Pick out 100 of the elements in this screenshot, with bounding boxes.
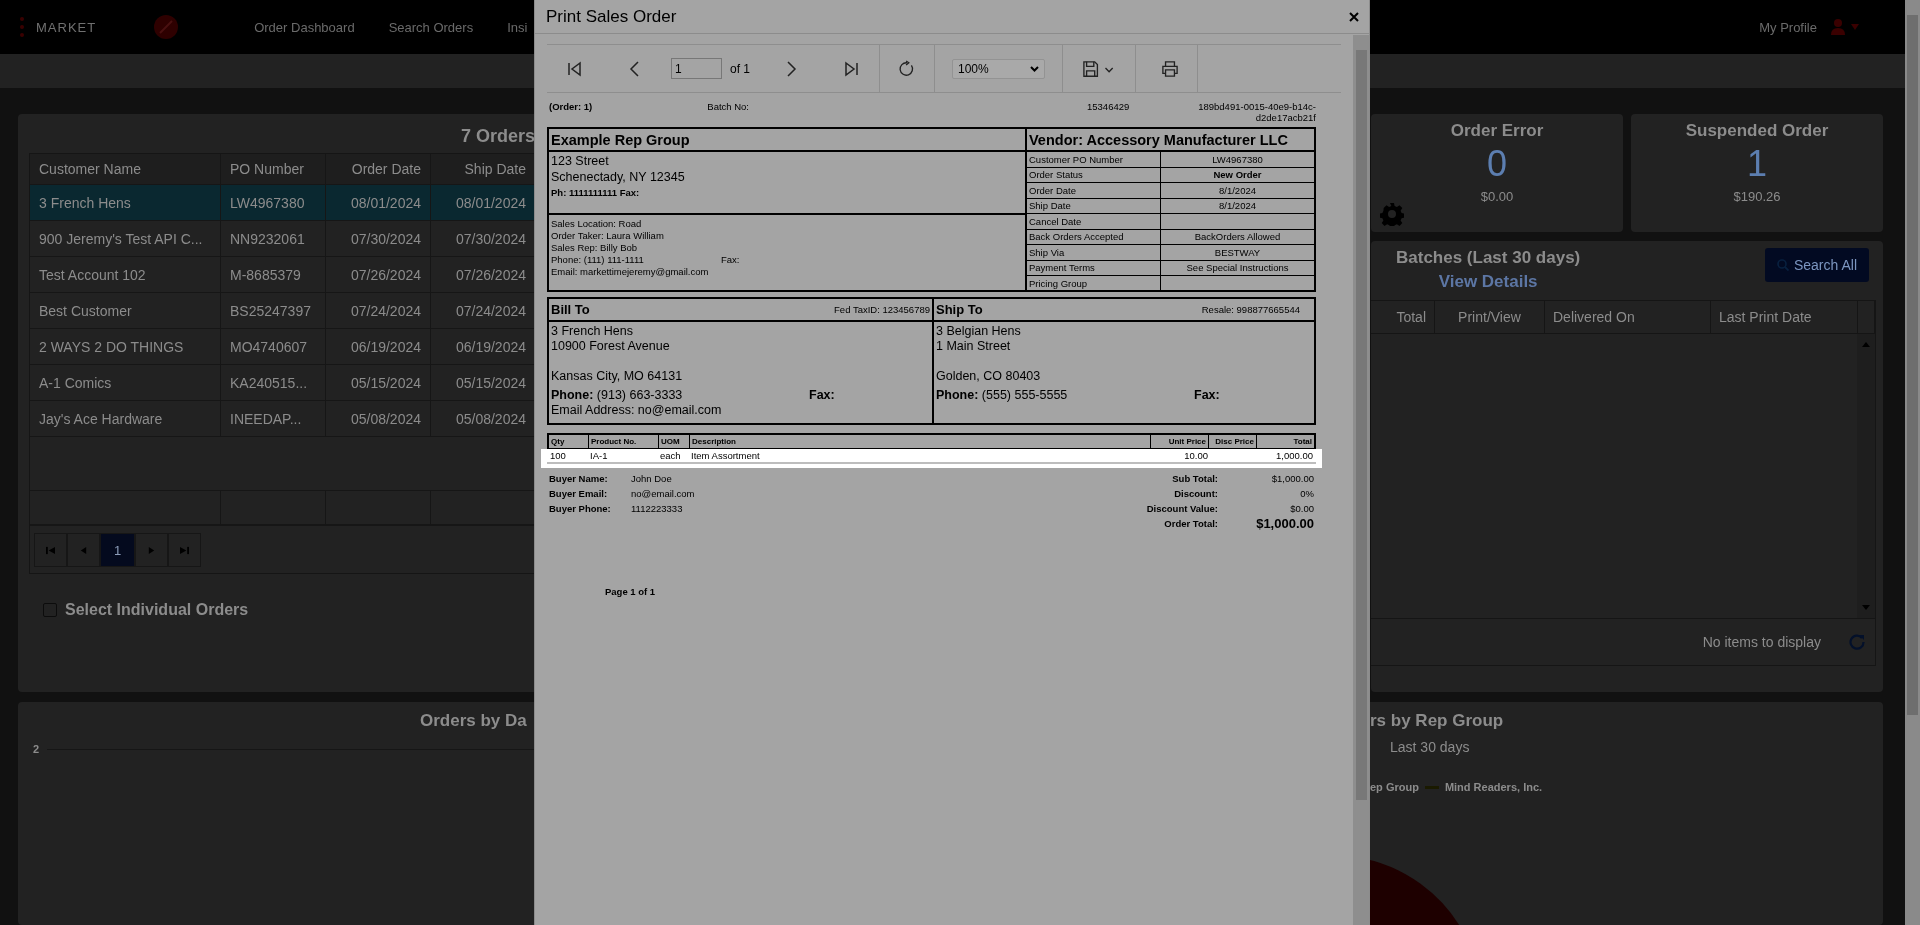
page-number-button[interactable]: 1 <box>100 533 135 567</box>
search-all-button[interactable]: Search All <box>1764 248 1869 282</box>
field-value: LW4967380 <box>1160 152 1314 167</box>
column-header: Disc Price <box>1209 435 1257 448</box>
last-page-icon <box>843 59 859 78</box>
total-value: 0% <box>1299 487 1314 501</box>
table-cell-text: 1,000.00 <box>1275 449 1314 462</box>
field-label: Buyer Email: <box>549 487 609 501</box>
settings-icon[interactable] <box>1380 202 1404 226</box>
table-cell: A-1 Comics <box>30 365 221 401</box>
table-cell: 3 French Hens <box>30 185 221 221</box>
view-details-link[interactable]: View Details <box>1438 272 1538 292</box>
total-value: $0.00 <box>1289 502 1314 516</box>
table-cell: 05/08/2024 <box>326 401 431 437</box>
stat-amount: $190.26 <box>1733 189 1781 204</box>
dialog-title: Print Sales Order <box>546 6 677 27</box>
legend-label: Mind Readers, Inc. <box>1444 781 1543 793</box>
address-line: 3 Belgian Hens <box>936 324 1022 339</box>
table-cell: 900 Jeremy's Test API C... <box>30 221 221 257</box>
table-cell: KA240515... <box>221 365 326 401</box>
column-header[interactable]: Total <box>1371 301 1435 333</box>
vendor-name: Vendor: Accessory Manufacturer LLC <box>1027 129 1314 152</box>
table-cell: M-8685379 <box>221 257 326 293</box>
field-label: Payment Terms <box>1028 261 1096 275</box>
table-cell: 06/19/2024 <box>326 329 431 365</box>
dots-icon <box>18 16 26 38</box>
total-value: $1,000.00 <box>1255 516 1314 531</box>
stat-title: Suspended Order <box>1685 121 1829 141</box>
field-value: 8/1/2024 <box>1160 183 1314 198</box>
dialog-scrollbar[interactable] <box>1353 35 1369 925</box>
fax-label: Fax: <box>809 388 835 403</box>
detail-line: Order Taker: Laura William <box>551 230 665 242</box>
field-value: 1112223333 <box>631 502 684 516</box>
detail-line: Sales Location: Road <box>551 218 643 230</box>
table-cell: BS25247397 <box>221 293 326 329</box>
axis-tick-label: 2 <box>33 743 40 755</box>
scrollbar[interactable] <box>1857 334 1875 618</box>
nav-link[interactable]: Insi <box>507 19 528 35</box>
field-value: 8/1/2024 <box>1160 198 1314 213</box>
left-triangle-icon <box>79 545 88 555</box>
table-cell: NN9232061 <box>221 221 326 257</box>
chevron-down-icon <box>1030 65 1039 72</box>
table-cell: 2 WAYS 2 DO THINGS <box>30 329 221 365</box>
email-line: Email: markettimejeremy@gmail.com <box>551 266 710 278</box>
scroll-down-icon[interactable] <box>1862 605 1870 610</box>
detail-line: Sales Rep: Billy Bob <box>551 242 639 254</box>
address-line: 3 French Hens <box>551 324 634 339</box>
printer-icon <box>1162 59 1178 78</box>
profile-link[interactable]: My Profile <box>1759 19 1817 35</box>
refresh-icon[interactable] <box>1849 634 1865 650</box>
address-line: Schenectady, NY 12345 <box>551 169 686 185</box>
batch-number: 15346429 <box>1087 101 1130 112</box>
tax-id-text: Resale: 998877665544 <box>1201 304 1301 315</box>
table-cell: INEEDAP... <box>221 401 326 437</box>
address-line: 123 Street <box>551 153 610 169</box>
order-guid: 189bd491-0015-40e9-b14c-d2de17acb21f <box>1197 101 1316 123</box>
rep-group-name: Example Rep Group <box>549 129 1025 152</box>
table-cell: MO4740607 <box>221 329 326 365</box>
table-cell-text: IA-1 <box>589 449 609 462</box>
phone-line: Phone: (111) 111-1111 <box>551 254 645 266</box>
field-label: Order Status <box>1028 168 1084 182</box>
legend-label: ep Group <box>1370 781 1419 793</box>
table-cell: LW4967380 <box>221 185 326 221</box>
address-line: 10900 Forest Avenue <box>551 339 671 354</box>
person-icon[interactable] <box>1831 19 1845 35</box>
nav-link[interactable]: Order Dashboard <box>254 19 355 35</box>
field-value: New Order <box>1160 167 1314 182</box>
caret-icon[interactable] <box>1851 24 1859 30</box>
nav-link[interactable]: Search Orders <box>388 19 474 35</box>
field-label: Buyer Name: <box>549 472 609 486</box>
fax-label: Fax: <box>721 254 740 266</box>
column-header[interactable]: Last Print Date <box>1711 301 1858 333</box>
field-label: Cancel Date <box>1028 214 1083 229</box>
total-value: $1,000.00 <box>1270 472 1314 486</box>
search-icon <box>1776 259 1789 271</box>
field-value: BackOrders Allowed <box>1160 229 1314 244</box>
tax-id-text: Fed TaxID: 123456789 <box>834 304 930 315</box>
logo-circle-icon <box>154 15 179 39</box>
empty-message: No items to display <box>1702 634 1821 650</box>
page-count: of 1 <box>730 61 750 76</box>
chart-title: Orders by Da <box>419 710 528 731</box>
page-number-field[interactable]: 1 <box>671 58 722 79</box>
batch-label: Batch No: <box>707 101 749 112</box>
table-cell-text: 10.00 <box>1183 449 1209 462</box>
close-icon[interactable] <box>1349 11 1359 22</box>
table-cell: Best Customer <box>30 293 221 329</box>
right-triangle-icon <box>147 545 156 555</box>
table-cell: 08/01/2024 <box>326 185 431 221</box>
scroll-up-icon[interactable] <box>1862 342 1870 347</box>
field-label: Order Date <box>1028 183 1077 198</box>
page-scrollbar[interactable] <box>1905 0 1920 925</box>
stat-count: 0 <box>1487 143 1507 185</box>
phone-line: Phone: (555) 555-5555 <box>936 388 1069 403</box>
column-header[interactable]: Delivered On <box>1545 301 1711 333</box>
table-cell: 07/30/2024 <box>326 221 431 257</box>
total-label: Discount Value: <box>1146 502 1218 516</box>
order-number: (Order: 1) <box>549 101 593 112</box>
zoom-select[interactable]: 100% <box>952 58 1045 79</box>
stat-title: Order Error <box>1450 121 1544 141</box>
column-header[interactable]: Print/View <box>1435 301 1545 333</box>
